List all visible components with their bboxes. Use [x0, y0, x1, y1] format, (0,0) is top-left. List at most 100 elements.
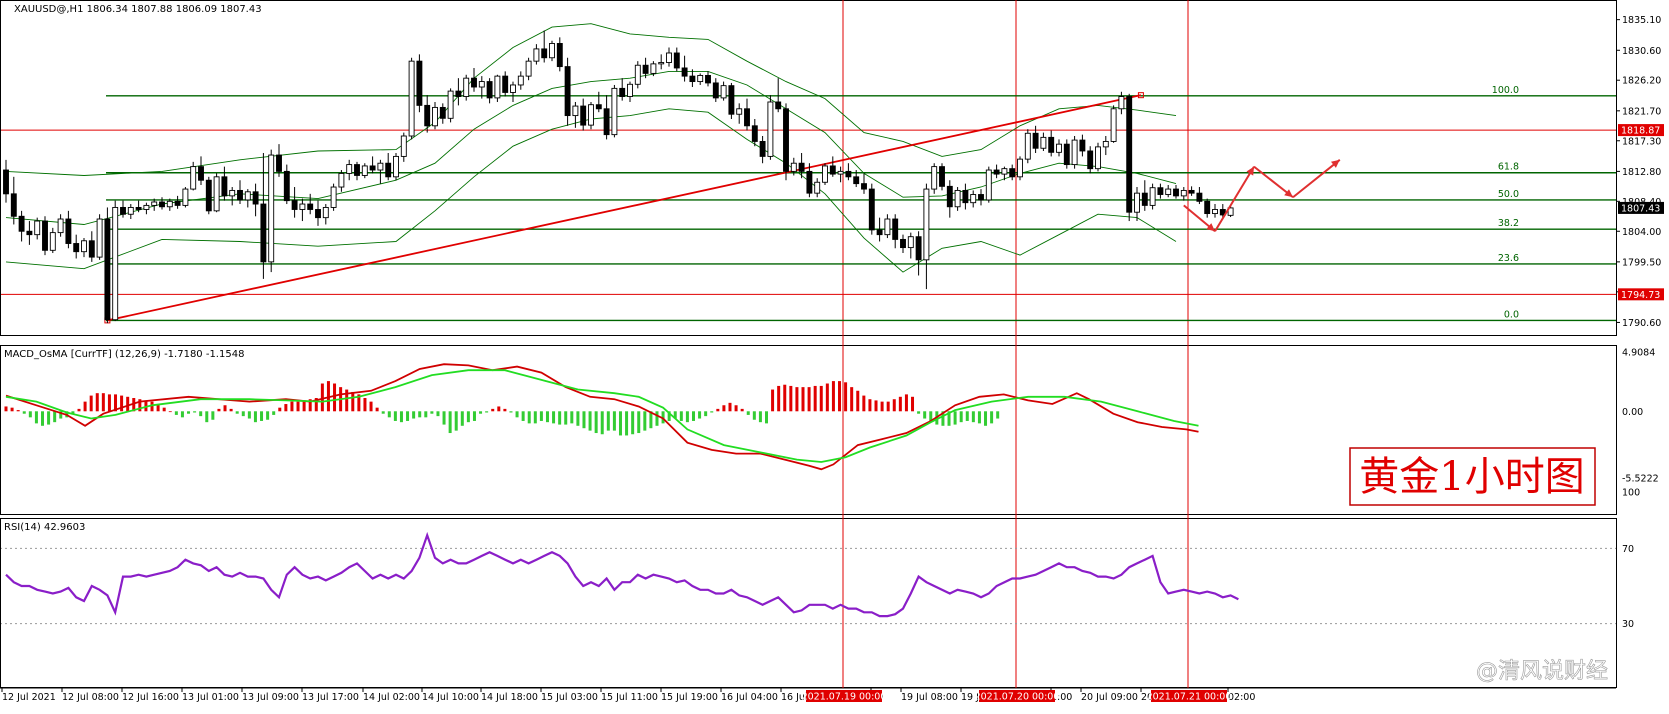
macd-bar — [570, 411, 574, 424]
rsi-tick-label: 100 — [1622, 488, 1640, 499]
macd-bar — [807, 387, 811, 412]
rsi-tick-label: 70 — [1622, 544, 1634, 555]
macd-label: MACD_OsMA [CurrTF] (12,26,9) -1.7180 -1.… — [4, 349, 244, 360]
macd-bar — [418, 411, 422, 418]
macd-bar — [53, 411, 57, 423]
price-tick-label: 1812.80 — [1622, 167, 1661, 178]
macd-bar — [393, 411, 397, 421]
macd-bar — [558, 411, 562, 425]
candle — [268, 149, 275, 273]
macd-bar — [241, 411, 245, 417]
candle — [494, 74, 501, 102]
macd-bar — [436, 411, 440, 417]
fib-label: 50.0 — [1498, 189, 1519, 200]
macd-bar — [752, 411, 756, 420]
price-tick-label: 1804.00 — [1622, 227, 1661, 238]
macd-bar — [990, 411, 994, 424]
chart-title: XAUUSD@,H1 1806.34 1807.88 1806.09 1807.… — [14, 4, 262, 15]
candle — [868, 183, 875, 235]
price-tick-label: 1830.60 — [1622, 46, 1661, 57]
time-axis[interactable]: 12 Jul 2021 12 Jul 08:00 12 Jul 16:00 13 Ju… — [1, 688, 1255, 703]
time-tick-label: 13 Jul 09:00 — [242, 692, 299, 703]
macd-bar — [406, 411, 410, 421]
fib-label: 0.0 — [1504, 309, 1519, 320]
macd-bar — [588, 411, 592, 431]
macd-bar — [685, 411, 689, 423]
macd-bar — [174, 411, 178, 415]
macd-bar — [272, 411, 276, 415]
macd-bar — [95, 393, 99, 412]
candle — [408, 57, 415, 140]
period-marker-label: 2021.07.19 00:00 — [802, 692, 887, 703]
macd-bar — [819, 385, 823, 412]
macd-bar — [637, 411, 641, 434]
time-tick-label: 12 Jul 16:00 — [122, 692, 179, 703]
macd-bar — [333, 383, 337, 412]
candle — [767, 95, 774, 160]
macd-bar — [229, 408, 233, 412]
time-tick-label: 13 Jul 01:00 — [182, 692, 239, 703]
macd-bar — [734, 405, 738, 412]
price-axis[interactable]: 1835.10 1830.60 1826.20 1821.70 1817.30 1812.… — [1616, 15, 1664, 630]
macd-bar — [497, 406, 501, 412]
macd-bar — [290, 401, 294, 412]
macd-bar — [472, 411, 476, 421]
period-marker-label: 2021.07.20 00:00 — [975, 692, 1060, 703]
macd-bar — [691, 411, 695, 421]
macd-bar — [454, 411, 458, 431]
macd-bar — [765, 411, 768, 424]
macd-bar — [509, 411, 513, 413]
macd-bar — [381, 411, 385, 414]
candle — [931, 163, 938, 194]
macd-bar — [4, 406, 8, 412]
macd-bar — [856, 390, 860, 412]
macd-bar — [387, 411, 391, 418]
macd-bar — [10, 407, 14, 412]
macd-bar — [527, 411, 531, 424]
macd-bar — [363, 398, 367, 412]
candle — [728, 82, 735, 119]
macd-bar — [874, 400, 878, 412]
price-tick-label: 1790.60 — [1622, 318, 1661, 329]
fib-label: 38.2 — [1498, 218, 1519, 229]
candle — [42, 216, 48, 256]
macd-bar — [582, 411, 586, 429]
price-tick-label: 1817.30 — [1622, 136, 1661, 147]
candle — [1063, 139, 1070, 169]
macd-bar — [704, 411, 708, 417]
candle — [104, 207, 111, 324]
candle — [96, 214, 103, 260]
macd-bar — [430, 411, 434, 414]
candle — [330, 183, 337, 211]
macd-bar — [83, 401, 87, 412]
macd-bar — [162, 407, 166, 412]
price-chart[interactable]: 100.061.850.038.223.60.0 1835.101830.601… — [0, 0, 1669, 714]
macd-bar — [813, 385, 817, 412]
ohlc-values: 1806.34 1807.88 1806.09 1807.43 — [87, 4, 262, 15]
macd-bar — [740, 408, 744, 412]
macd-bar — [862, 395, 866, 412]
candle — [549, 40, 555, 62]
macd-bar — [351, 391, 355, 412]
macd-bar — [904, 394, 908, 412]
macd-bar — [101, 393, 105, 412]
macd-bar — [320, 383, 324, 412]
time-tick-label: 15 Jul 11:00 — [601, 692, 658, 703]
macd-bar — [643, 411, 647, 431]
macd-bar — [892, 399, 896, 412]
price-tick-label: 1821.70 — [1622, 106, 1661, 117]
time-tick-label: 14 Jul 10:00 — [422, 692, 479, 703]
macd-tick-label: 0.00 — [1622, 407, 1643, 418]
rsi-pane[interactable] — [0, 518, 1617, 688]
macd-bar — [539, 411, 543, 421]
macd-bar — [193, 411, 197, 413]
macd-bar — [959, 411, 963, 423]
macd-bar — [758, 411, 762, 423]
macd-bar — [564, 411, 568, 425]
time-tick-label: 14 Jul 18:00 — [481, 692, 538, 703]
macd-bar — [205, 411, 209, 423]
time-tick-label: 19 Jul 08:00 — [901, 692, 958, 703]
macd-bar — [515, 411, 519, 418]
macd-bar — [223, 405, 227, 412]
macd-bar — [880, 401, 884, 412]
